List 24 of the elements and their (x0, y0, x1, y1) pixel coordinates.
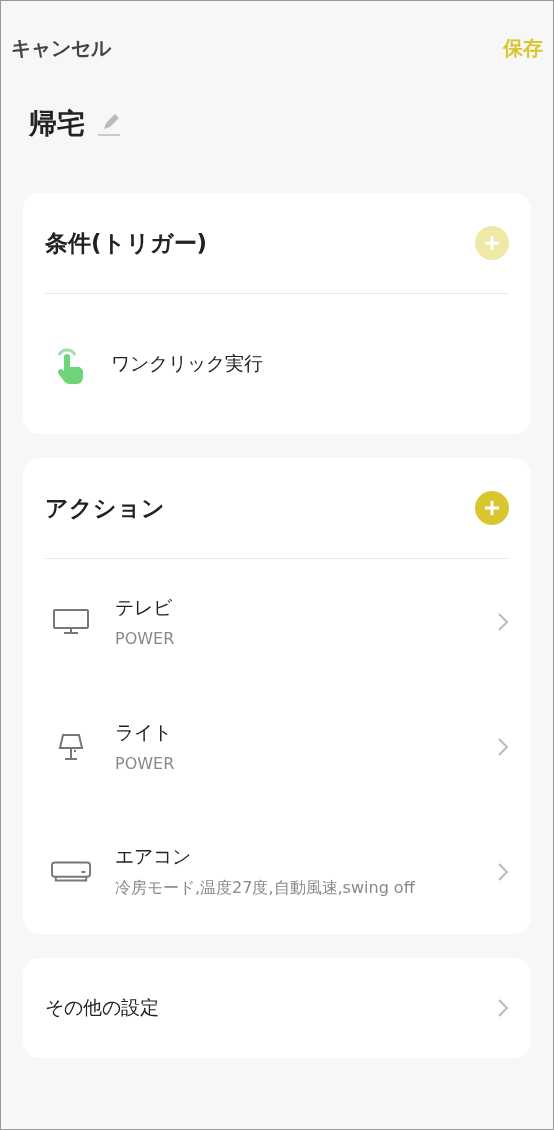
device-name[interactable]: エアコン (115, 844, 497, 870)
action-detail: POWER (115, 754, 176, 773)
cancel-button[interactable]: キャンセル (11, 34, 111, 62)
add-button[interactable] (475, 491, 509, 525)
edit-icon[interactable] (97, 112, 121, 136)
section-title: 条件(トリガー) (45, 228, 208, 258)
trigger-label: ワンクリック実行 (111, 351, 263, 376)
action-detail: 冷房モード,温度27度,自動風速,swing off (115, 878, 416, 899)
section-title: アクション (45, 493, 165, 523)
chevron-icon (497, 998, 509, 1018)
lamp-icon (57, 732, 85, 761)
air-conditioner-icon (51, 860, 91, 883)
other-settings-label[interactable]: その他の設定 (45, 995, 497, 1021)
device-name[interactable]: テレビ (115, 595, 497, 621)
settings-card[interactable]: その他の設定 (23, 958, 531, 1058)
chevron-icon (497, 611, 509, 632)
monitor-icon (53, 608, 89, 635)
plus-icon (483, 234, 501, 252)
chevron-icon (497, 861, 509, 882)
chevron-icon (497, 736, 509, 757)
scene-title: 帰宅 (29, 106, 85, 142)
action-detail: POWER (115, 629, 176, 648)
device-name[interactable]: ライト (115, 720, 497, 746)
plus-icon (483, 499, 501, 517)
